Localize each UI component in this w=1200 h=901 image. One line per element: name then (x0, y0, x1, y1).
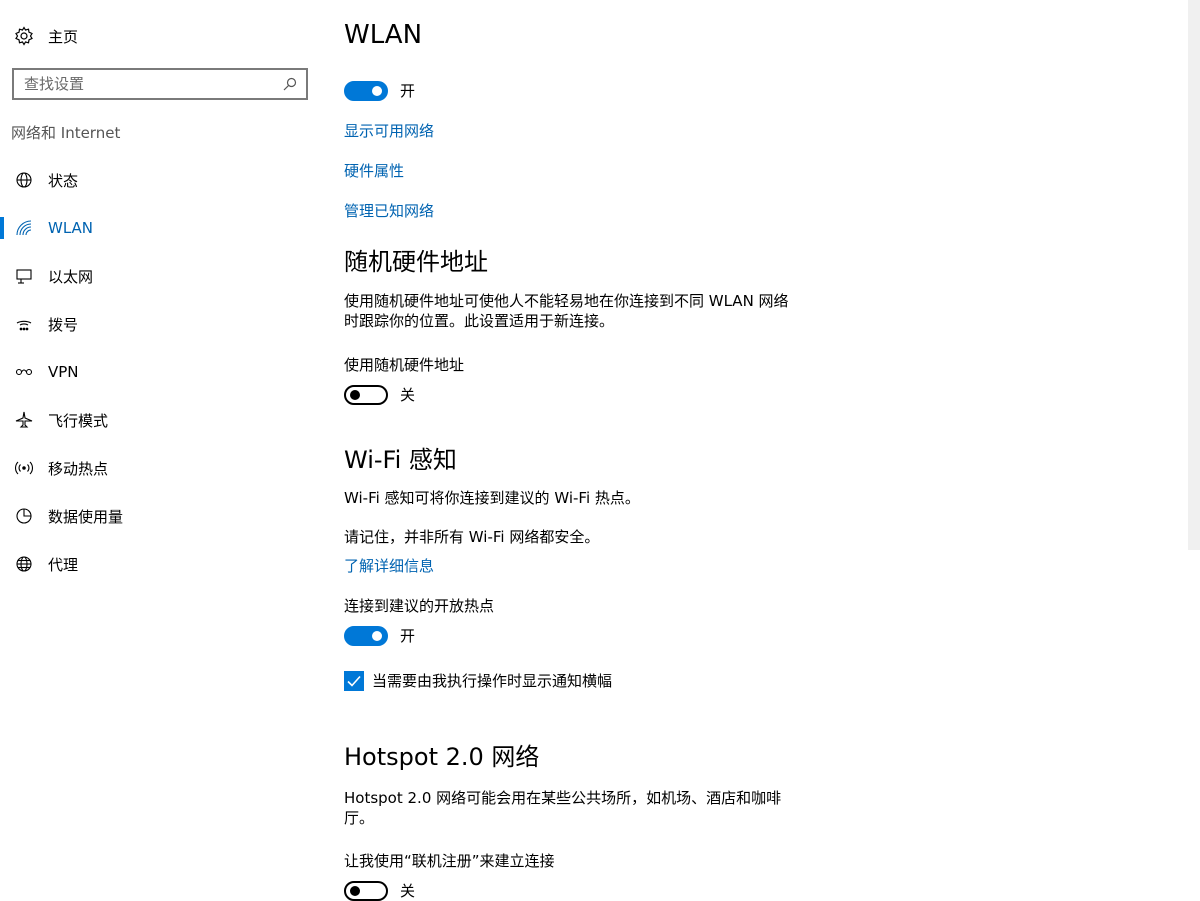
sidebar-item-wlan[interactable]: WLAN (0, 204, 320, 252)
globe-icon (14, 554, 34, 574)
online-signup-toggle-state: 关 (400, 882, 416, 900)
vpn-icon (14, 362, 34, 382)
globe-status-icon (14, 170, 34, 190)
notification-banner-checkbox[interactable]: 当需要由我执行操作时显示通知横幅 (344, 670, 612, 691)
random-hw-description: 使用随机硬件地址可使他人不能轻易地在你连接到不同 WLAN 网络 时跟踪你的位置… (344, 291, 804, 331)
hotspot2-description-line2: 厅。 (344, 809, 375, 827)
online-signup-toggle-label: 让我使用“联机注册”来建立连接 (344, 852, 555, 870)
random-hw-description-line2: 时跟踪你的位置。此设置适用于新连接。 (344, 312, 615, 330)
hardware-properties-link[interactable]: 硬件属性 (344, 160, 404, 181)
pie-chart-icon (14, 506, 34, 526)
gear-icon (12, 24, 36, 48)
sidebar-item-label: VPN (48, 363, 79, 381)
checkbox-label: 当需要由我执行操作时显示通知横幅 (372, 672, 613, 690)
random-hw-description-line1: 使用随机硬件地址可使他人不能轻易地在你连接到不同 WLAN 网络 (344, 292, 789, 310)
wlan-toggle-state: 开 (400, 82, 416, 100)
wlan-toggle[interactable]: 开 (344, 80, 415, 101)
sidebar-item-label: 代理 (48, 555, 79, 574)
wifi-sense-description: Wi-Fi 感知可将你连接到建议的 Wi-Fi 热点。 (344, 489, 640, 507)
checkbox-box[interactable] (344, 670, 364, 691)
sidebar-item-label: 状态 (48, 171, 79, 190)
ethernet-icon (14, 266, 34, 286)
online-signup-switch[interactable] (344, 880, 388, 901)
sidebar-item-label: 数据使用量 (48, 507, 124, 526)
manage-known-networks-link[interactable]: 管理已知网络 (344, 200, 434, 221)
sidebar-item-vpn[interactable]: VPN (0, 348, 320, 396)
hotspot2-description-line1: Hotspot 2.0 网络可能会用在某些公共场所，如机场、酒店和咖啡 (344, 789, 782, 807)
sidebar-item-dialup[interactable]: 拨号 (0, 300, 320, 348)
wifi-sense-reminder: 请记住，并非所有 Wi-Fi 网络都安全。 (344, 528, 600, 546)
random-hw-heading: 随机硬件地址 (344, 248, 488, 276)
sidebar-item-proxy[interactable]: 代理 (0, 540, 320, 588)
sidebar-item-label: 拨号 (48, 315, 79, 334)
hotspot-icon (14, 458, 34, 478)
search-icon[interactable] (280, 74, 300, 94)
sidebar-nav: 状态 WLAN 以太网 拨号 VPN 飞行模式 移动热点 数据使用量 代理 (0, 156, 320, 588)
scrollbar[interactable] (1188, 0, 1200, 550)
sidebar-item-ethernet[interactable]: 以太网 (0, 252, 320, 300)
open-hotspot-toggle[interactable]: 开 (344, 625, 415, 646)
sidebar-item-label: WLAN (48, 219, 94, 237)
learn-more-link[interactable]: 了解详细信息 (344, 555, 434, 576)
section-label: 网络和 Internet (11, 124, 121, 142)
home-button[interactable]: 主页 (12, 22, 78, 50)
wifi-icon (14, 218, 34, 238)
sidebar-item-label: 飞行模式 (48, 411, 109, 430)
open-hotspot-toggle-label: 连接到建议的开放热点 (344, 597, 495, 615)
sidebar-item-label: 以太网 (48, 267, 94, 286)
sidebar-item-status[interactable]: 状态 (0, 156, 320, 204)
online-signup-toggle[interactable]: 关 (344, 880, 415, 901)
sidebar-item-data-usage[interactable]: 数据使用量 (0, 492, 320, 540)
airplane-icon (14, 410, 34, 430)
dialup-icon (14, 314, 34, 334)
switch-knob (350, 885, 360, 896)
hotspot2-heading: Hotspot 2.0 网络 (344, 743, 540, 771)
checkmark-icon (347, 675, 361, 687)
switch-knob (350, 389, 360, 400)
switch-knob (372, 85, 382, 96)
show-available-networks-link[interactable]: 显示可用网络 (344, 120, 434, 141)
sidebar-item-label: 移动热点 (48, 459, 109, 478)
sidebar-item-airplane-mode[interactable]: 飞行模式 (0, 396, 320, 444)
page-title: WLAN (344, 20, 423, 50)
open-hotspot-toggle-state: 开 (400, 627, 416, 645)
wlan-switch[interactable] (344, 80, 388, 101)
main-content: WLAN 开 显示可用网络 硬件属性 管理已知网络 随机硬件地址 使用随机硬件地… (344, 0, 1164, 901)
random-hw-toggle[interactable]: 关 (344, 384, 415, 405)
search-input[interactable] (14, 74, 280, 94)
wifi-sense-heading: Wi-Fi 感知 (344, 446, 457, 474)
random-hw-switch[interactable] (344, 384, 388, 405)
home-label: 主页 (48, 27, 79, 46)
switch-knob (372, 630, 382, 641)
random-hw-toggle-label: 使用随机硬件地址 (344, 356, 465, 374)
hotspot2-description: Hotspot 2.0 网络可能会用在某些公共场所，如机场、酒店和咖啡 厅。 (344, 788, 804, 828)
random-hw-toggle-state: 关 (400, 386, 416, 404)
sidebar: 主页 网络和 Internet 状态 (0, 0, 320, 900)
open-hotspot-switch[interactable] (344, 625, 388, 646)
search-box[interactable] (12, 68, 308, 100)
sidebar-item-mobile-hotspot[interactable]: 移动热点 (0, 444, 320, 492)
